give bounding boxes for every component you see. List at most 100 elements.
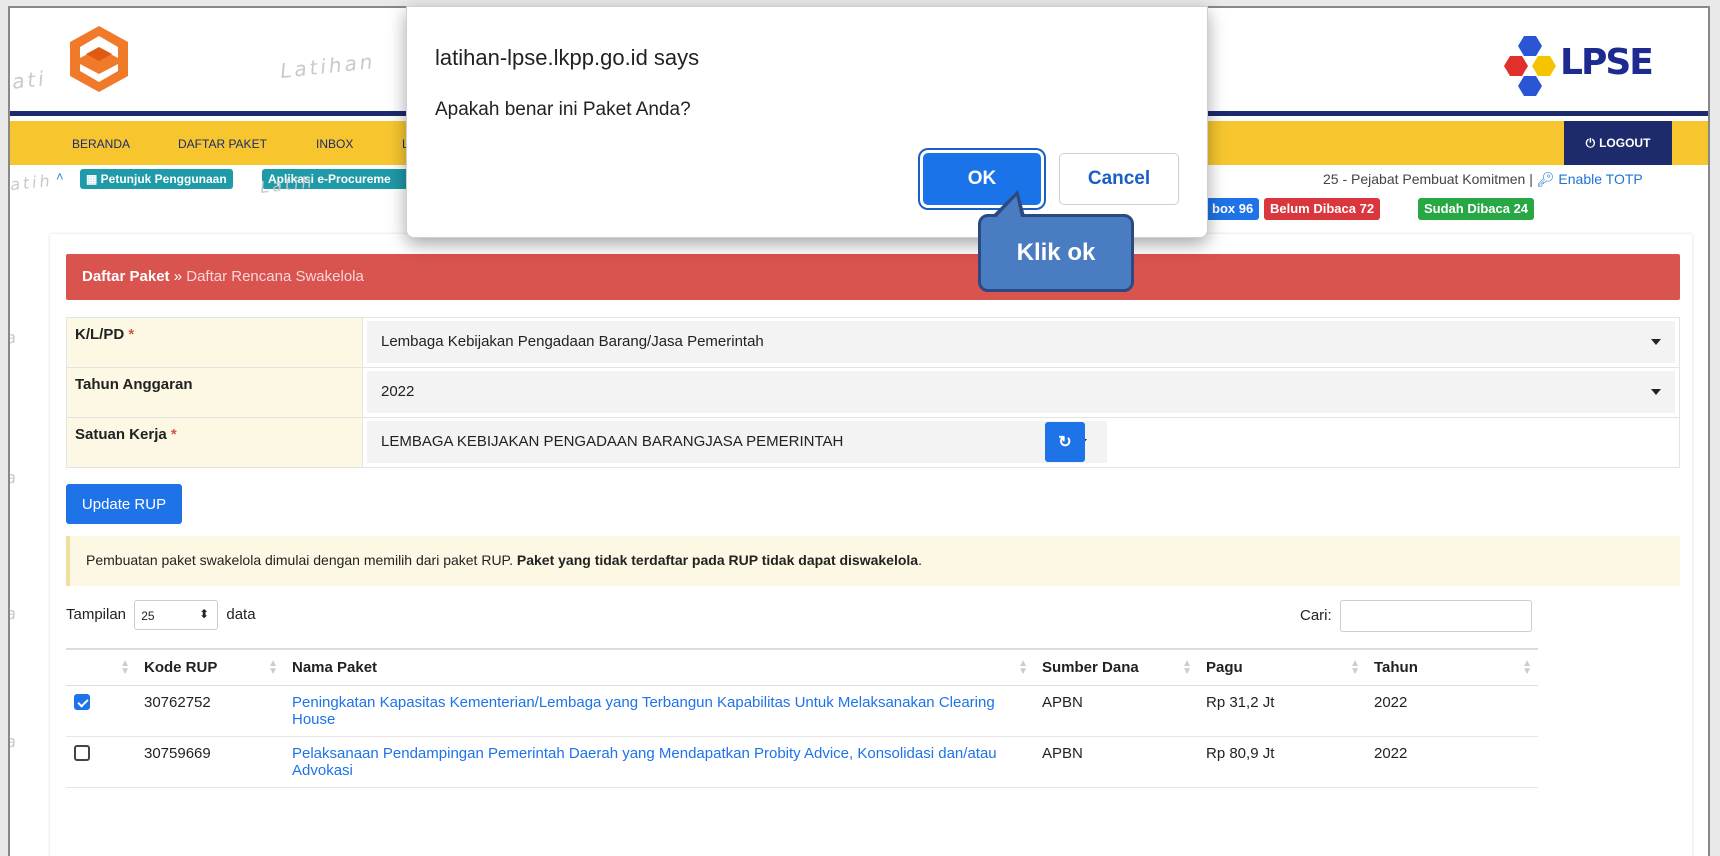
sort-icon: ▲ ▼	[1018, 658, 1028, 677]
required-mark: *	[128, 326, 135, 343]
table-header-row: ▲ ▼ Kode RUP ▲ ▼ Nama Paket ▲ ▼ Sumber Dana ▲ ▼…	[66, 648, 1538, 686]
sort-icon: ▲ ▼	[1350, 658, 1360, 677]
klpd-value: Lembaga Kebijakan Pengadaan Barang/Jasa …	[381, 333, 764, 350]
watermark-text: a	[8, 467, 20, 488]
klpd-field-cell: Lembaga Kebijakan Pengadaan Barang/Jasa …	[362, 317, 1680, 368]
key-icon: 🔑︎	[1536, 171, 1555, 187]
header-kode-rup[interactable]: Kode RUP ▲ ▼	[136, 648, 284, 686]
header-label: Tahun	[1374, 658, 1418, 676]
table-row: 30762752 Peningkatan Kapasitas Kementeri…	[66, 685, 1538, 737]
nama-paket-link[interactable]: Peningkatan Kapasitas Kementerian/Lembag…	[292, 694, 995, 728]
updown-icon: ⬍	[199, 607, 210, 621]
update-rup-button[interactable]: Update RUP	[66, 484, 182, 524]
unread-count-badge[interactable]: Belum Dibaca 72	[1264, 198, 1381, 220]
required-mark: *	[170, 426, 177, 443]
pagu-cell: Rp 80,9 Jt	[1198, 736, 1366, 788]
lpse-logo: LPSE	[1504, 28, 1654, 100]
watermark-text: a	[8, 731, 20, 752]
klpd-label: K/L/PD	[75, 326, 125, 343]
alert-bold-text: Paket yang tidak terdaftar pada RUP tida…	[516, 552, 919, 568]
tahun-label: Tahun Anggaran	[75, 376, 193, 393]
page-length-control: Tampilan 25 ⬍ data	[66, 600, 256, 630]
spse-logo-icon	[70, 26, 128, 92]
tahun-cell: 2022	[1366, 685, 1538, 737]
filter-form: K/L/PD * Lembaga Kebijakan Pengadaan Bar…	[66, 317, 1680, 468]
search-input[interactable]	[1340, 600, 1532, 632]
tahun-select[interactable]: 2022	[367, 371, 1675, 413]
header-sumber-dana[interactable]: Sumber Dana ▲ ▼	[1034, 648, 1198, 686]
totp-link[interactable]: 🔑︎ Enable TOTP	[1537, 171, 1643, 187]
header-nama-paket[interactable]: Nama Paket ▲ ▼	[284, 648, 1034, 686]
nav-inbox[interactable]: INBOX	[316, 137, 353, 151]
watermark-text: a	[8, 327, 20, 348]
nama-paket-cell: Peningkatan Kapasitas Kementerian/Lembag…	[284, 685, 1034, 737]
role-label: 25 - Pejabat Pembuat Komitmen |	[1323, 171, 1533, 187]
tahun-value: 2022	[381, 383, 415, 400]
caret-down-icon	[1651, 389, 1661, 395]
satker-label: Satuan Kerja	[75, 426, 167, 443]
page-size-select[interactable]: 25 ⬍	[134, 600, 219, 630]
power-icon: ⏻	[1585, 135, 1596, 150]
book-icon: ▦	[86, 172, 101, 186]
search-label: Cari:	[1300, 607, 1332, 624]
dialog-cancel-button[interactable]: Cancel	[1059, 153, 1179, 205]
nav-beranda[interactable]: BERANDA	[72, 137, 130, 151]
form-row-satker: Satuan Kerja * LEMBAGA KEBIJAKAN PENGADA…	[66, 417, 1680, 468]
header-label: Kode RUP	[144, 658, 218, 676]
caret-down-icon	[1651, 339, 1661, 345]
show-label: Tampilan	[66, 605, 127, 623]
header-label: Pagu	[1206, 658, 1243, 676]
watermark-text: ati	[10, 66, 48, 94]
confirm-dialog: latihan-lpse.lkpp.go.id says Apakah bena…	[406, 6, 1208, 238]
klpd-select[interactable]: Lembaga Kebijakan Pengadaan Barang/Jasa …	[367, 321, 1675, 363]
page-size-value: 25	[141, 609, 155, 623]
collapse-chevron-icon[interactable]: ˄	[56, 169, 64, 184]
alert-end: .	[918, 552, 922, 568]
inbox-count-badge[interactable]: box 96	[1206, 198, 1260, 220]
header-label: Nama Paket	[292, 658, 378, 676]
sort-icon: ▲ ▼	[1522, 658, 1532, 677]
tahun-field-cell: 2022	[362, 367, 1680, 418]
watermark-text: Latihan	[279, 49, 377, 83]
watermark-text: atih	[9, 170, 54, 195]
row-checkbox-unchecked[interactable]	[74, 744, 90, 761]
breadcrumb-panel: Daftar Paket » Daftar Rencana Swakelola	[66, 254, 1680, 300]
read-count-badge[interactable]: Sudah Dibaca 24	[1418, 198, 1535, 220]
breadcrumb-current: Daftar Rencana Swakelola	[186, 268, 364, 285]
rup-table: ▲ ▼ Kode RUP ▲ ▼ Nama Paket ▲ ▼ Sumber Dana ▲ ▼…	[66, 648, 1538, 788]
pagu-cell: Rp 31,2 Jt	[1198, 685, 1366, 737]
header-select[interactable]: ▲ ▼	[66, 648, 136, 686]
data-label: data	[226, 605, 256, 623]
dialog-message: Apakah benar ini Paket Anda?	[435, 99, 691, 120]
tahun-label-cell: Tahun Anggaran	[66, 367, 363, 418]
sumber-dana-cell: APBN	[1034, 736, 1198, 788]
satker-value: LEMBAGA KEBIJAKAN PENGADAAN BARANGJASA P…	[381, 433, 844, 450]
logout-button[interactable]: ⏻ LOGOUT	[1564, 121, 1672, 165]
sumber-dana-cell: APBN	[1034, 685, 1198, 737]
header-label: Sumber Dana	[1042, 658, 1139, 676]
kode-rup-cell: 30762752	[136, 685, 284, 737]
breadcrumb-separator: »	[173, 268, 183, 285]
help-pill-button[interactable]: ▦ Petunjuk Penggunaan	[80, 169, 233, 189]
row-checkbox-checked[interactable]	[74, 693, 90, 710]
table-row: 30759669 Pelaksanaan Pendampingan Pemeri…	[66, 736, 1538, 788]
sort-icon: ▲ ▼	[1182, 658, 1192, 677]
satker-field-cell: LEMBAGA KEBIJAKAN PENGADAAN BARANGJASA P…	[362, 417, 1680, 468]
row-checkbox-cell	[66, 736, 136, 788]
nama-paket-cell: Pelaksanaan Pendampingan Pemerintah Daer…	[284, 736, 1034, 788]
user-role-info: 25 - Pejabat Pembuat Komitmen | 🔑︎ Enabl…	[1323, 171, 1643, 188]
satker-select[interactable]: LEMBAGA KEBIJAKAN PENGADAAN BARANGJASA P…	[367, 421, 1107, 463]
watermark-text: a	[8, 603, 20, 624]
kode-rup-cell: 30759669	[136, 736, 284, 788]
sort-icon: ▲ ▼	[268, 658, 278, 677]
breadcrumb-root[interactable]: Daftar Paket	[82, 268, 170, 285]
klpd-label-cell: K/L/PD *	[66, 317, 363, 368]
header-tahun[interactable]: Tahun ▲ ▼	[1366, 648, 1538, 686]
nama-paket-link[interactable]: Pelaksanaan Pendampingan Pemerintah Daer…	[292, 745, 997, 779]
header-pagu[interactable]: Pagu ▲ ▼	[1198, 648, 1366, 686]
nav-daftar-paket[interactable]: DAFTAR PAKET	[178, 137, 267, 151]
alert-text: Pembuatan paket swakelola dimulai dengan…	[86, 552, 517, 568]
tahun-cell: 2022	[1366, 736, 1538, 788]
refresh-button[interactable]: ↻	[1045, 422, 1085, 462]
dialog-title: latihan-lpse.lkpp.go.id says	[435, 45, 700, 70]
